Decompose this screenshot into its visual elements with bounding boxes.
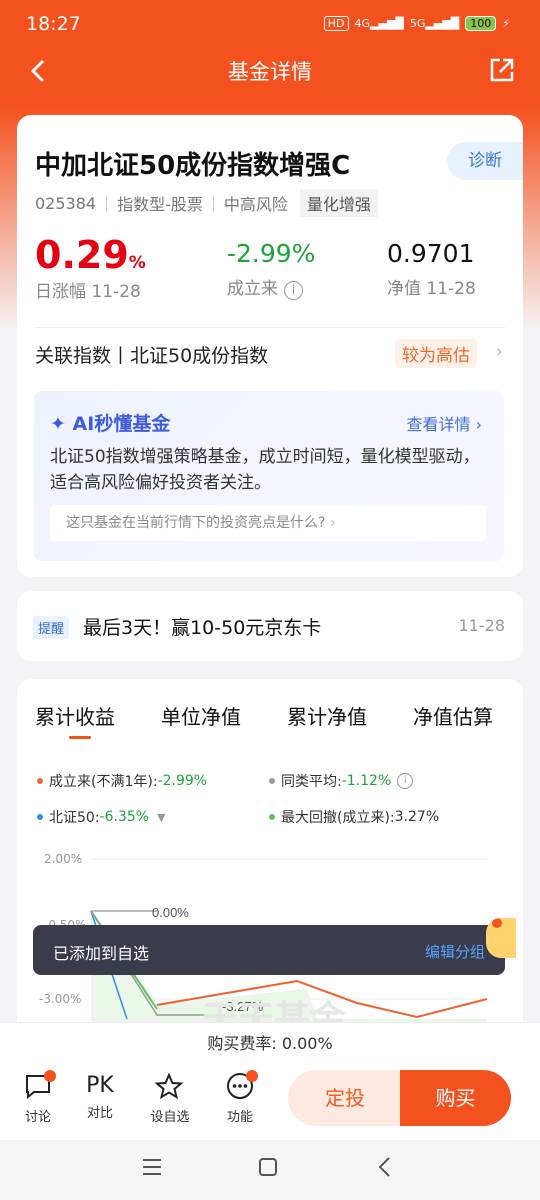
nav-value: 0.9701 [387,239,475,268]
legend-dot [37,814,43,820]
home-icon[interactable] [258,1157,278,1177]
caret-down-icon: ▼ [157,810,166,824]
back-nav-icon[interactable] [377,1156,391,1178]
star-list-icon [154,1072,184,1100]
since-inception-metric: -2.99% 成立来 i [227,239,315,300]
auto-invest-button[interactable]: 定投 [288,1070,402,1126]
daily-change-unit: % [128,253,146,273]
legend-peer-average: 同类平均: -1.12% i [269,771,414,791]
nav-label: 净值 11-28 [387,279,476,299]
nav-bar: 基金详情 [0,50,540,90]
ai-title: ✦ AI秒懂基金 [50,413,171,435]
share-icon[interactable] [488,56,516,84]
annotation-zero: 0.00% [152,905,189,920]
signal-5g-icon: 5G▂▄▆█ [409,17,460,30]
buy-button[interactable]: 购买 [400,1070,511,1126]
mascot-crest [492,918,502,928]
fund-type: 指数型-股票 [117,195,203,214]
notification-dot [44,1070,56,1082]
nav-metric: 0.9701 净值 11-28 [387,239,476,299]
pk-icon: PK [86,1073,114,1098]
valuation-badge[interactable]: 较为高估 [395,339,477,368]
chevron-right-icon[interactable]: › [496,341,503,362]
since-inception-value: -2.99% [227,239,316,268]
legend-max-drawdown: 最大回撤(成立来): 3.27% [269,807,439,827]
chart-card: 累计收益 单位净值 累计净值 净值估算 成立来(不满1年): -2.99% 同类平… [17,679,523,1039]
legend-dot [37,778,43,784]
status-time: 18:27 [26,13,81,35]
tab-cumulative-nav[interactable]: 累计净值 [287,701,367,730]
tab-cumulative-return[interactable]: 累计收益 [35,701,115,730]
chevron-right-icon: › [329,515,336,531]
function-button[interactable]: 功能 [215,1070,265,1125]
menu-icon[interactable] [142,1158,162,1176]
diagnose-button[interactable]: 诊断 [447,142,523,180]
bottom-action-bar: 讨论 PK 对比 设自选 功能 定投 购买 [0,1064,540,1140]
page-title: 基金详情 [228,60,312,84]
edit-group-link[interactable]: 编辑分组 [425,941,485,962]
since-inception-label: 成立来 [227,279,278,299]
status-icons: HD 4G▂▄▆█ 5G▂▄▆█ 100 ⚡ [323,16,510,31]
reminder-text: 最后3天！赢10-50元京东卡 [83,617,322,639]
hd-icon: HD [323,16,349,31]
ai-description: 北证50指数增强策略基金，成立时间短，量化模型驱动，适合高风险偏好投资者关注。 [50,447,480,493]
ai-question-prompt[interactable]: 这只基金在当前行情下的投资亮点是什么? › [50,505,486,541]
mascot-icon[interactable] [486,918,516,958]
legend-dot [269,778,275,784]
toast-text: 已添加到自选 [53,944,150,963]
active-tab-indicator [69,736,91,739]
chart-tabs: 累计收益 单位净值 累计净值 净值估算 [17,701,523,731]
reminder-date: 11-28 [458,616,506,635]
tab-unit-nav[interactable]: 单位净值 [161,701,241,730]
fund-risk: 中高风险 [223,195,288,214]
fund-name: 中加北证50成份指数增强C [35,151,351,181]
charging-icon: ⚡ [502,17,510,30]
fund-code: 025384 [35,193,97,213]
purchase-fee-bar: 购买费率: 0.00% [0,1022,540,1064]
ai-summary-panel: ✦ AI秒懂基金 查看详情 › 北证50指数增强策略基金，成立时间短，量化模型驱… [34,391,504,561]
fund-summary-card: 中加北证50成份指数增强C 诊断 025384 指数型-股票 中高风险 量化增强… [17,115,523,577]
notification-dot [246,1070,258,1082]
reminder-banner[interactable]: 提醒 最后3天！赢10-50元京东卡 11-28 [17,591,523,661]
add-watchlist-button[interactable]: 设自选 [145,1072,195,1125]
sparkle-icon: ✦ [50,413,66,435]
toast: 已添加到自选 编辑分组 [33,925,505,975]
daily-change-metric: 0.29% 日涨幅 11-28 [35,233,146,302]
discuss-button[interactable]: 讨论 [13,1070,63,1125]
related-index[interactable]: 关联指数丨北证50成份指数 [35,341,268,368]
signal-4g-icon: 4G▂▄▆█ [354,17,404,30]
battery-icon: 100 [465,16,497,31]
divider [35,327,505,328]
tab-nav-estimate[interactable]: 净值估算 [413,701,493,730]
compare-button[interactable]: PK 对比 [75,1072,125,1121]
info-icon[interactable]: i [397,773,414,789]
legend-dot [269,814,275,820]
system-nav-bar [0,1140,540,1200]
daily-change-label: 日涨幅 11-28 [35,282,141,302]
legend-bz50[interactable]: 北证50: -6.35% ▼ [37,807,166,827]
daily-change-value: 0.29 [35,233,129,277]
fund-tag-quant: 量化增强 [299,189,378,217]
fund-tags: 025384 指数型-股票 中高风险 量化增强 [35,189,378,217]
reminder-tag: 提醒 [33,616,70,639]
info-icon[interactable]: i [284,281,303,300]
legend-since-inception: 成立来(不满1年): -2.99% [37,771,207,791]
status-bar: 18:27 HD 4G▂▄▆█ 5G▂▄▆█ 100 ⚡ [0,0,540,50]
divider [106,195,108,211]
divider [212,195,214,211]
ai-more-link[interactable]: 查看详情 › [407,411,483,435]
